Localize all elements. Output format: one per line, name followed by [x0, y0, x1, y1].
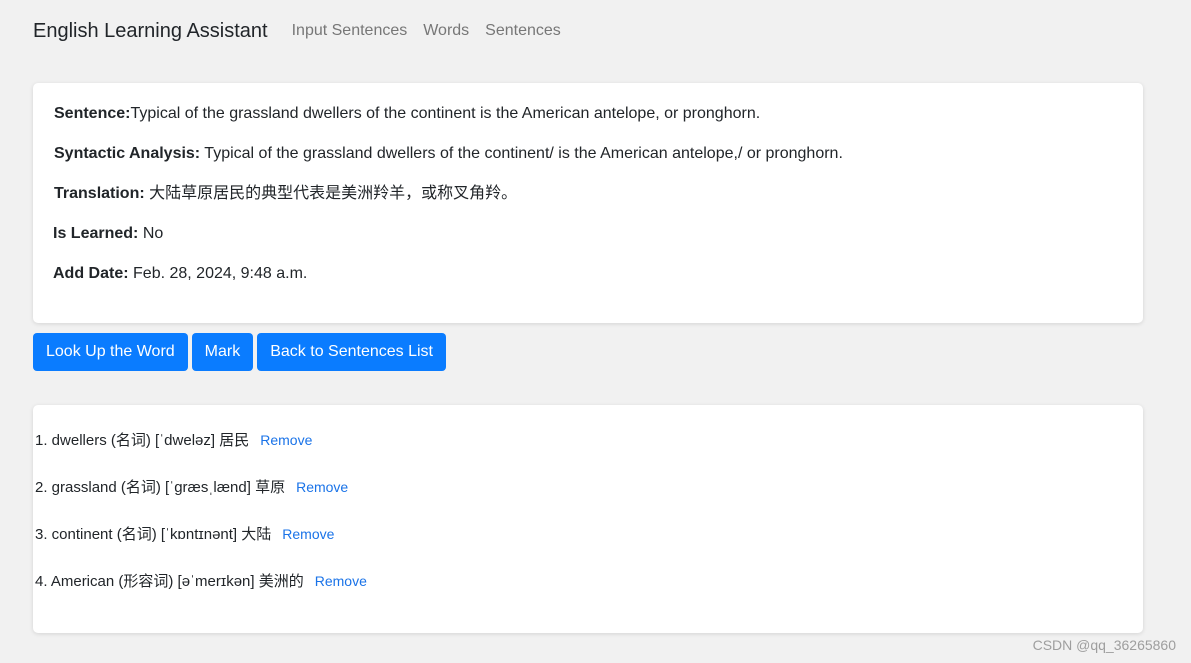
mark-button[interactable]: Mark: [191, 333, 254, 371]
navbar: English Learning Assistant Input Sentenc…: [33, 0, 577, 62]
nav-sentences[interactable]: Sentences: [485, 22, 561, 40]
sentence-value: Typical of the grassland dwellers of the…: [130, 105, 761, 122]
learned-value: No: [142, 225, 164, 242]
word-entry: 3. continent (名词) [ˈkɒntɪnənt] 大陆: [35, 526, 272, 543]
word-entry: 1. dwellers (名词) [ˈdweləz] 居民: [35, 432, 250, 449]
learned-field: Is Learned: No: [53, 224, 163, 244]
date-field: Add Date: Feb. 28, 2024, 9:48 a.m.: [53, 264, 307, 284]
sentence-label: Sentence:: [54, 105, 131, 122]
word-entry: 2. grassland (名词) [ˈɡræsˌlænd] 草原: [35, 479, 286, 496]
remove-link[interactable]: Remove: [282, 526, 334, 542]
back-to-sentences-button[interactable]: Back to Sentences List: [257, 333, 446, 371]
action-buttons: Look Up the Word Mark Back to Sentences …: [33, 333, 446, 371]
nav-input-sentences[interactable]: Input Sentences: [292, 22, 408, 40]
remove-link[interactable]: Remove: [260, 432, 312, 448]
remove-link[interactable]: Remove: [315, 573, 367, 589]
list-item: 3. continent (名词) [ˈkɒntɪnənt] 大陆 Remove: [35, 524, 334, 545]
watermark: CSDN @qq_36265860: [1032, 637, 1176, 653]
translation-label: Translation:: [54, 185, 145, 202]
learned-label: Is Learned:: [53, 225, 139, 242]
translation-field: Translation: 大陆草原居民的典型代表是美洲羚羊，或称叉角羚。: [54, 184, 517, 204]
remove-link[interactable]: Remove: [296, 479, 348, 495]
list-item: 2. grassland (名词) [ˈɡræsˌlænd] 草原 Remove: [35, 477, 348, 498]
list-item: 1. dwellers (名词) [ˈdweləz] 居民 Remove: [35, 430, 312, 451]
sentence-field: Sentence:Typical of the grassland dwelle…: [54, 104, 760, 124]
analysis-value: Typical of the grassland dwellers of the…: [204, 145, 843, 162]
sentence-detail-card: Sentence:Typical of the grassland dwelle…: [33, 83, 1143, 323]
analysis-field: Syntactic Analysis: Typical of the grass…: [54, 144, 843, 164]
brand-title[interactable]: English Learning Assistant: [33, 20, 268, 43]
word-list-card: 1. dwellers (名词) [ˈdweləz] 居民 Remove 2. g…: [33, 405, 1143, 633]
word-entry: 4. American (形容词) [əˈmerɪkən] 美洲的: [35, 573, 304, 590]
list-item: 4. American (形容词) [əˈmerɪkən] 美洲的 Remove: [35, 571, 367, 592]
translation-value: 大陆草原居民的典型代表是美洲羚羊，或称叉角羚。: [149, 185, 518, 202]
analysis-label: Syntactic Analysis:: [54, 145, 201, 162]
look-up-word-button[interactable]: Look Up the Word: [33, 333, 188, 371]
nav-words[interactable]: Words: [423, 22, 469, 40]
date-value: Feb. 28, 2024, 9:48 a.m.: [133, 265, 308, 282]
date-label: Add Date:: [53, 265, 129, 282]
